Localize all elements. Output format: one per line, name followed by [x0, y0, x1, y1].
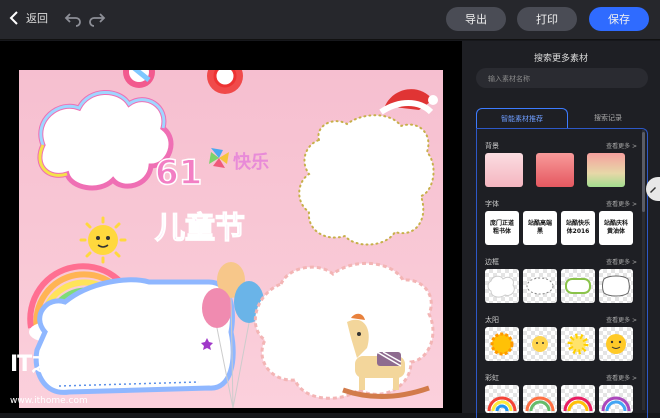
- material-sidebar: 搜索更多素材 输入素材名称 智能素材推荐 搜索记录 背景 查看更多 > 字体 查…: [462, 41, 660, 418]
- pencil-icon: [650, 187, 656, 193]
- pinwheel-icon: [209, 148, 229, 168]
- back-button[interactable]: 返回: [8, 10, 48, 26]
- rainbow-thumbnail[interactable]: [599, 385, 633, 413]
- export-button[interactable]: 导出: [446, 7, 506, 31]
- rainbow-thumbnail[interactable]: [485, 385, 519, 413]
- sun-sticker: [79, 216, 127, 264]
- background-swatch[interactable]: [536, 153, 574, 187]
- sun-thumbnail[interactable]: [523, 327, 557, 361]
- poster-artboard[interactable]: 61 快乐 儿童节: [19, 70, 443, 408]
- border-thumbnail[interactable]: [485, 269, 519, 303]
- border-thumbnail[interactable]: [561, 269, 595, 303]
- recommend-panel: 背景 查看更多 > 字体 查看更多 > 庞门正道 粗书体 站酷高端黑 站酷快乐 体2…: [476, 128, 648, 418]
- back-label: 返回: [26, 12, 48, 25]
- section-label-border: 边框: [485, 258, 499, 266]
- section-label-rainbow: 彩虹: [485, 374, 499, 382]
- tab-search-history[interactable]: 搜索记录: [568, 108, 648, 128]
- sidebar-tabs: 智能素材推荐 搜索记录: [476, 108, 648, 128]
- see-more-background[interactable]: 查看更多 >: [606, 141, 637, 150]
- font-sample-tile[interactable]: 站酷快乐 体2016: [561, 211, 595, 245]
- background-swatch[interactable]: [485, 153, 523, 187]
- border-thumbnail[interactable]: [599, 269, 633, 303]
- top-toolbar: 返回 导出 打印 保存: [0, 0, 660, 40]
- redo-icon[interactable]: [88, 11, 106, 27]
- poster-title-childrens-day: 儿童节: [155, 211, 245, 246]
- sun-thumbnail[interactable]: [485, 327, 519, 361]
- rainbow-thumbnail[interactable]: [561, 385, 595, 413]
- dashed-cloud-bubble: [253, 261, 435, 400]
- font-sample-tile[interactable]: 站酷庆科 黄油体: [599, 211, 633, 245]
- watermark-logo: IT之家: [10, 352, 74, 377]
- balloon-pink: [202, 288, 232, 328]
- sun-thumbnail[interactable]: [599, 327, 633, 361]
- tab-smart-recommend[interactable]: 智能素材推荐: [476, 108, 568, 128]
- dotted-bubble: [298, 114, 435, 246]
- watermark-url: www.ithome.com: [10, 396, 88, 406]
- search-input[interactable]: 输入素材名称: [476, 68, 648, 88]
- see-more-sun[interactable]: 查看更多 >: [606, 315, 637, 324]
- see-more-rainbow[interactable]: 查看更多 >: [606, 373, 637, 382]
- sun-thumbnail[interactable]: [561, 327, 595, 361]
- section-label-font: 字体: [485, 200, 499, 208]
- border-thumbnail[interactable]: [523, 269, 557, 303]
- font-sample-tile[interactable]: 站酷高端黑: [523, 211, 557, 245]
- chevron-left-icon: [9, 11, 18, 25]
- rainbow-thumbnail[interactable]: [523, 385, 557, 413]
- font-sample-tile[interactable]: 庞门正道 粗书体: [485, 211, 519, 245]
- sidebar-scrollbar-thumb[interactable]: [642, 132, 645, 212]
- poster-artwork: 61 快乐 儿童节: [27, 70, 438, 408]
- background-swatch[interactable]: [587, 153, 625, 187]
- save-button[interactable]: 保存: [589, 7, 649, 31]
- see-more-border[interactable]: 查看更多 >: [606, 257, 637, 266]
- see-more-font[interactable]: 查看更多 >: [606, 199, 637, 208]
- poster-title-61: 61: [155, 153, 202, 193]
- section-label-background: 背景: [485, 142, 499, 150]
- sidebar-title: 搜索更多素材: [533, 54, 588, 64]
- print-button[interactable]: 打印: [517, 7, 577, 31]
- undo-icon[interactable]: [64, 11, 82, 27]
- section-label-sun: 太阳: [485, 316, 499, 324]
- poster-title-happy: 快乐: [233, 151, 269, 173]
